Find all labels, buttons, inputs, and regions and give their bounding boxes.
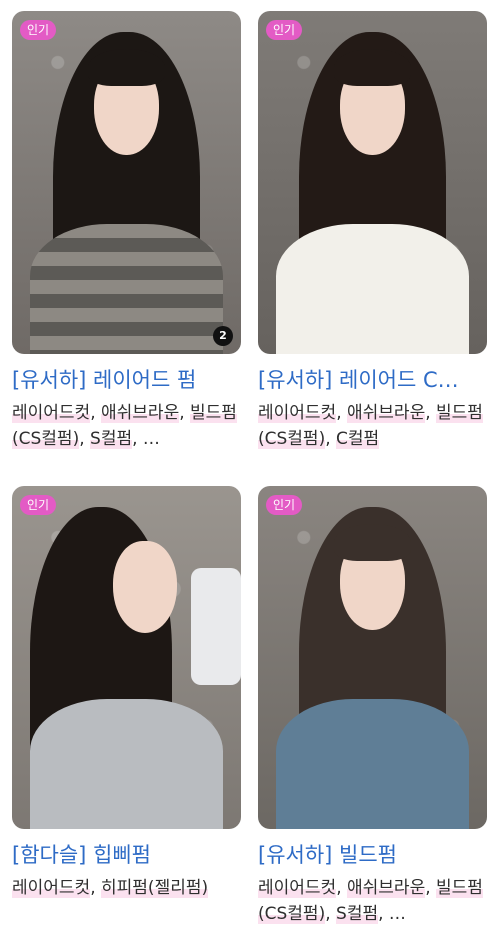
photo-top — [276, 698, 469, 829]
style-photo[interactable]: 인기 — [12, 486, 241, 829]
style-title[interactable]: [함다슬] 힙삐펌 — [12, 840, 241, 870]
tag: 레이어드컷 — [258, 403, 337, 423]
photo-top — [30, 223, 223, 354]
style-title[interactable]: [유서하] 빌드펌 — [258, 840, 487, 870]
style-tags: 레이어드컷, 히피펌(젤리펌) — [12, 878, 209, 898]
style-title[interactable]: [유서하] 레이어드 펌 — [12, 365, 241, 395]
style-photo[interactable]: 인기 — [258, 11, 487, 354]
style-card[interactable]: 인기 2 [유서하] 레이어드 펌 레이어드컷, 애쉬브라운, 빌드펌(CS컬펌… — [12, 11, 241, 452]
tag: S컬펌 — [90, 429, 133, 449]
style-tags: 레이어드컷, 애쉬브라운, 빌드펌(CS컬펌), S컬펌, … — [12, 403, 237, 449]
photo-count-badge: 2 — [213, 326, 233, 346]
popular-badge: 인기 — [266, 20, 303, 40]
tag: 애쉬브라운 — [347, 403, 426, 423]
tag-more: … — [142, 429, 160, 449]
style-tags: 레이어드컷, 애쉬브라운, 빌드펌(CS컬펌), S컬펌, … — [258, 878, 483, 924]
photo-top — [276, 223, 469, 354]
popular-badge: 인기 — [20, 20, 57, 40]
popular-badge: 인기 — [266, 495, 303, 515]
style-card[interactable]: 인기 [유서하] 레이어드 C… 레이어드컷, 애쉬브라운, 빌드펌(CS컬펌)… — [258, 11, 487, 452]
tag: S컬펌 — [336, 904, 379, 924]
tag: 히피펌(젤리펌) — [101, 878, 209, 898]
phone — [190, 568, 241, 685]
photo-face — [112, 540, 177, 634]
popular-badge: 인기 — [20, 495, 57, 515]
style-title[interactable]: [유서하] 레이어드 C… — [258, 365, 487, 395]
style-tags: 레이어드컷, 애쉬브라운, 빌드펌(CS컬펌), C컬펌 — [258, 403, 483, 449]
photo-bangs — [87, 48, 166, 87]
tag-more: … — [388, 904, 406, 924]
photo-bangs — [333, 48, 412, 87]
style-photo[interactable]: 인기 — [258, 486, 487, 829]
tag: 레이어드컷 — [12, 403, 91, 423]
tag: C컬펌 — [336, 429, 380, 449]
tag: 애쉬브라운 — [101, 403, 180, 423]
tag: 레이어드컷 — [12, 878, 91, 898]
photo-bangs — [333, 523, 412, 562]
photo-top — [30, 698, 223, 829]
style-photo[interactable]: 인기 2 — [12, 11, 241, 354]
tag: 레이어드컷 — [258, 878, 337, 898]
style-card[interactable]: 인기 [유서하] 빌드펌 레이어드컷, 애쉬브라운, 빌드펌(CS컬펌), S컬… — [258, 486, 487, 927]
style-card[interactable]: 인기 [함다슬] 힙삐펌 레이어드컷, 히피펌(젤리펌) — [12, 486, 241, 901]
tag: 애쉬브라운 — [347, 878, 426, 898]
